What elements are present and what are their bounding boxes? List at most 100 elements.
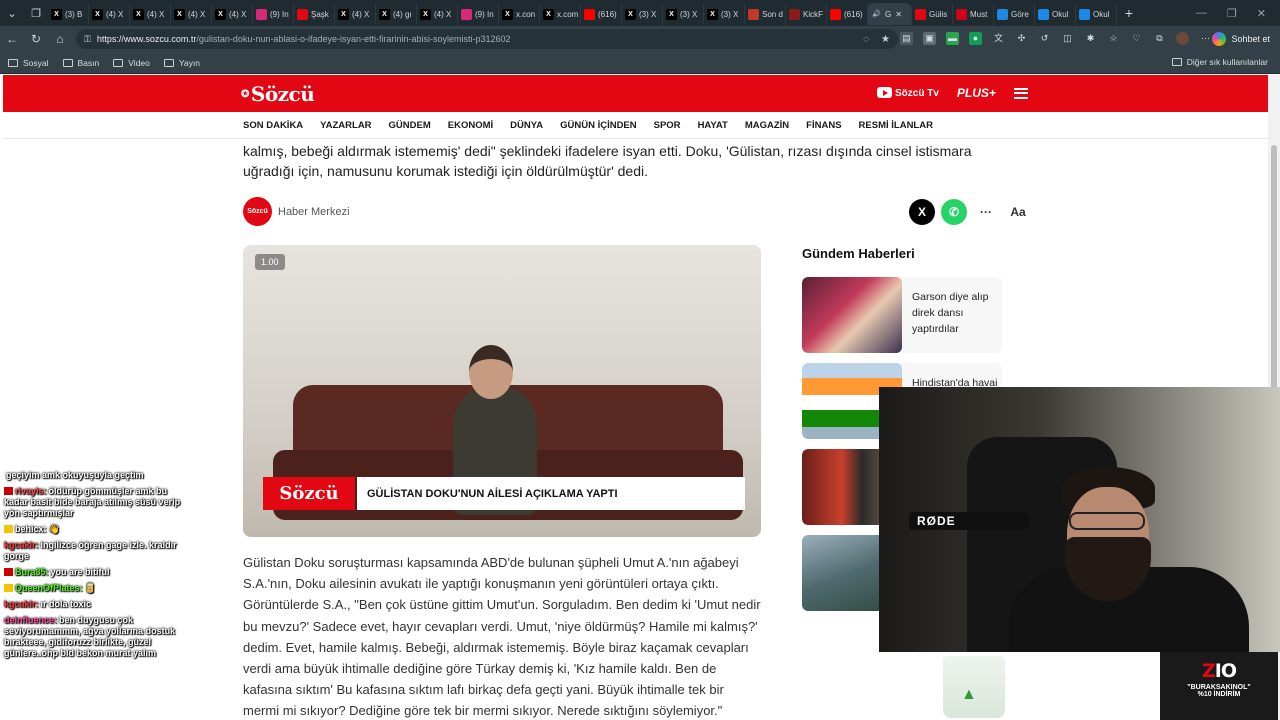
- browser-tab[interactable]: Xx.con: [499, 3, 540, 25]
- scrollbar-thumb[interactable]: [1271, 145, 1277, 395]
- favorite-star-icon[interactable]: ★: [881, 34, 890, 45]
- youtube-icon: [877, 87, 892, 98]
- browser-tab[interactable]: KickF: [786, 3, 827, 25]
- browser-tab[interactable]: X (4) gı: [376, 3, 417, 25]
- tab-label: Must: [970, 9, 988, 19]
- browser-tab[interactable]: X (4) X: [417, 3, 458, 25]
- nav-item[interactable]: MAGAZİN: [745, 120, 789, 131]
- reload-icon[interactable]: ↻: [24, 32, 48, 46]
- author-avatar: Sözcü: [243, 197, 272, 226]
- profile-avatar[interactable]: [1176, 32, 1189, 45]
- browser-essentials-icon[interactable]: ♡: [1130, 32, 1143, 45]
- nav-item[interactable]: GÜNÜN İÇİNDEN: [560, 120, 637, 131]
- browser-tab[interactable]: (616): [827, 3, 868, 25]
- extension-2-icon[interactable]: ▣: [923, 32, 936, 45]
- extension-1-icon[interactable]: ▤: [900, 32, 913, 45]
- sozcu-tv-link[interactable]: Sözcü Tv: [877, 87, 939, 99]
- hamburger-menu-icon[interactable]: [1013, 87, 1028, 99]
- sponsor-promo-overlay: ZIO "BURAKSAKINOL" %10 İNDİRİM: [1160, 652, 1278, 720]
- browser-tab[interactable]: X (3) B: [48, 3, 89, 25]
- author-byline[interactable]: Sözcü Haber Merkezi: [243, 197, 350, 226]
- home-icon[interactable]: ⌂: [48, 32, 72, 46]
- back-arrow-icon[interactable]: ←: [0, 32, 24, 46]
- address-bar-input[interactable]: ⚿ https://www.sozcu.com.tr/gulistan-doku…: [76, 29, 898, 49]
- close-tab-icon[interactable]: ✕: [895, 10, 902, 19]
- split-screen-icon[interactable]: ◫: [1061, 32, 1074, 45]
- nav-item[interactable]: EKONOMİ: [448, 120, 493, 131]
- browser-tab[interactable]: X (4) X: [171, 3, 212, 25]
- settings-more-icon[interactable]: ⋯: [1199, 32, 1212, 45]
- browser-tab[interactable]: (9) In: [458, 3, 499, 25]
- chat-username: Bura35:: [15, 567, 49, 577]
- minimize-icon[interactable]: —: [1196, 7, 1207, 19]
- chat-text: geçiyim amk okuyuşuyla geçtim: [6, 470, 144, 480]
- plus-link[interactable]: PLUS+: [957, 86, 996, 100]
- nav-item[interactable]: YAZARLAR: [320, 120, 371, 131]
- bookmark-folder-sosyal[interactable]: Sosyal: [8, 58, 49, 68]
- maximize-icon[interactable]: ❐: [1227, 7, 1237, 20]
- browser-tab[interactable]: (616): [581, 3, 622, 25]
- share-x-button[interactable]: X: [909, 199, 935, 225]
- refresh-extension-icon[interactable]: ↺: [1038, 32, 1051, 45]
- browser-tab[interactable]: X (4) X: [130, 3, 171, 25]
- chat-text: 👋: [48, 524, 60, 534]
- browser-tab[interactable]: Gülis: [912, 3, 953, 25]
- extension-4-icon[interactable]: ●: [969, 32, 982, 45]
- extensions-puzzle-icon[interactable]: ✱: [1084, 32, 1097, 45]
- new-tab-plus-icon[interactable]: +: [1117, 5, 1141, 21]
- chat-text: you are bitiful: [50, 567, 110, 577]
- browser-tab[interactable]: X (3) X: [704, 3, 745, 25]
- url-host: https://www.sozcu.com.tr: [96, 34, 197, 44]
- browser-tab[interactable]: X (3) X: [622, 3, 663, 25]
- x-icon: X: [92, 8, 103, 20]
- browser-tab[interactable]: Xx.com: [540, 3, 581, 25]
- extension-5-icon[interactable]: ✣: [1015, 32, 1028, 45]
- browser-tab[interactable]: X (4) X: [212, 3, 253, 25]
- translate-icon[interactable]: 文: [992, 32, 1005, 45]
- nav-item[interactable]: RESMİ İLANLAR: [859, 120, 933, 131]
- bookmark-folder-basin[interactable]: Basın: [62, 58, 99, 68]
- browser-tab[interactable]: X (3) X: [663, 3, 704, 25]
- font-size-button[interactable]: Aa: [1005, 199, 1031, 225]
- folder-icon: [8, 58, 18, 67]
- other-bookmarks[interactable]: Diğer sık kullanılanlar: [1171, 57, 1268, 67]
- sozcu-icon: [297, 8, 308, 20]
- nav-item[interactable]: GÜNDEM: [389, 120, 431, 131]
- browser-tab[interactable]: Son d: [745, 3, 786, 25]
- sozcu-logo[interactable]: ✪ Sözcü: [241, 82, 315, 106]
- video-player[interactable]: 1.00 Sözcü GÜLİSTAN DOKU'NUN AİLESİ AÇIK…: [243, 245, 761, 537]
- workspaces-icon[interactable]: ❐: [24, 0, 48, 26]
- tab-label: (4) gı: [393, 9, 412, 19]
- browser-tab[interactable]: X (4) X: [89, 3, 130, 25]
- tab-list-chevron-icon[interactable]: ⌄: [0, 0, 24, 26]
- share-more-button[interactable]: ···: [973, 199, 999, 225]
- browser-tab[interactable]: (9) In: [253, 3, 294, 25]
- playback-speed-badge[interactable]: 1.00: [255, 254, 285, 270]
- share-whatsapp-button[interactable]: ✆: [941, 199, 967, 225]
- browser-tab[interactable]: Must: [953, 3, 994, 25]
- browser-tab[interactable]: Okul: [1035, 3, 1076, 25]
- browser-tab[interactable]: Okul: [1076, 3, 1117, 25]
- browser-tab[interactable]: Şaşk: [294, 3, 335, 25]
- favorites-icon[interactable]: ☆: [1107, 32, 1120, 45]
- nav-item[interactable]: SON DAKİKA: [243, 120, 303, 131]
- browser-tab[interactable]: 🔊 G ✕: [868, 3, 912, 25]
- browser-tab[interactable]: Göre: [994, 3, 1035, 25]
- copilot-button[interactable]: Sohbet et: [1212, 30, 1270, 48]
- nav-item[interactable]: SPOR: [654, 120, 681, 131]
- tab-label: x.com: [557, 9, 579, 19]
- nav-item[interactable]: FİNANS: [806, 120, 841, 131]
- bookmark-folder-video[interactable]: Video: [113, 58, 150, 68]
- chat-message: rivayis: öldürüp gömmüşler amk bu kadar b…: [4, 486, 184, 519]
- extension-3-icon[interactable]: ▬: [946, 32, 959, 45]
- close-window-icon[interactable]: ✕: [1257, 7, 1266, 20]
- nav-item[interactable]: DÜNYA: [510, 120, 543, 131]
- bookmark-folder-yayin[interactable]: Yayın: [163, 58, 200, 68]
- read-aloud-icon[interactable]: ◌: [863, 34, 869, 45]
- sponsor-logo: ZIO: [1201, 660, 1237, 682]
- collections-icon[interactable]: ⧉: [1153, 32, 1166, 45]
- nav-item[interactable]: HAYAT: [698, 120, 728, 131]
- site-info-icon[interactable]: ⚿: [84, 34, 91, 45]
- browser-tab[interactable]: X (4) X: [335, 3, 376, 25]
- sidebar-news-card[interactable]: Garson diye alıp direk dansı yaptırdılar: [802, 277, 1002, 353]
